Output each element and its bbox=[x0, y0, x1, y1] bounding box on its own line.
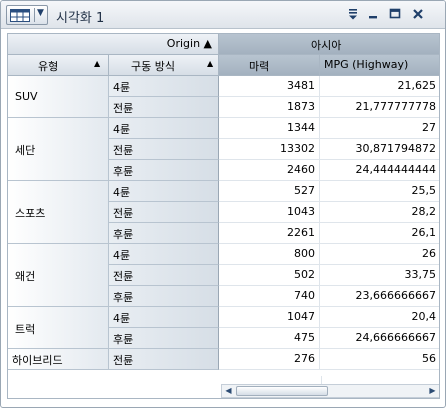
value-cell-horsepower[interactable]: 3481 bbox=[219, 76, 320, 97]
drive-cell[interactable]: 전륜 bbox=[109, 265, 219, 286]
row-group-wagon[interactable]: 왜건 bbox=[8, 244, 109, 307]
row-group-truck[interactable]: 트럭 bbox=[8, 307, 109, 349]
value-cell-mpg[interactable]: 21,625 bbox=[320, 76, 439, 97]
visualization-window: ▼ 시각화 1 Origin ▲ 아시아 유형 ▲ 구동 방식 ▲ 마력 MPG… bbox=[0, 0, 446, 408]
drive-cell[interactable]: 전륜 bbox=[109, 349, 219, 370]
value-cell-mpg[interactable]: 26 bbox=[320, 244, 439, 265]
value-cell-mpg[interactable]: 33,75 bbox=[320, 265, 439, 286]
value-cell-mpg[interactable]: 21,777777778 bbox=[320, 97, 439, 118]
value-cell-horsepower[interactable]: 740 bbox=[219, 286, 320, 307]
value-cell-horsepower[interactable]: 800 bbox=[219, 244, 320, 265]
value-cell-horsepower[interactable]: 1344 bbox=[219, 118, 320, 139]
sort-ascending-icon[interactable]: ▲ bbox=[94, 59, 100, 68]
value-cell-horsepower[interactable]: 502 bbox=[219, 265, 320, 286]
drive-cell[interactable]: 전륜 bbox=[109, 97, 219, 118]
drive-cell[interactable]: 후륜 bbox=[109, 286, 219, 307]
drive-cell[interactable]: 4륜 bbox=[109, 307, 219, 328]
measure-header-mpg[interactable]: MPG (Highway) bbox=[320, 55, 439, 76]
title-bar: ▼ 시각화 1 bbox=[1, 1, 445, 29]
row-header-type[interactable]: 유형 ▲ bbox=[8, 55, 109, 76]
horizontal-scrollbar[interactable]: ◀ ▶ bbox=[221, 384, 439, 398]
value-cell-mpg[interactable]: 25,5 bbox=[320, 181, 439, 202]
value-cell-horsepower[interactable]: 2460 bbox=[219, 160, 320, 181]
sort-ascending-icon[interactable]: ▲ bbox=[207, 59, 213, 68]
scroll-left-icon[interactable]: ◀ bbox=[222, 385, 235, 397]
drive-cell[interactable]: 후륜 bbox=[109, 160, 219, 181]
visualization-type-button[interactable]: ▼ bbox=[6, 5, 48, 25]
row-group-suv[interactable]: SUV bbox=[8, 76, 109, 118]
row-group-hybrid[interactable]: 하이브리드 bbox=[8, 349, 109, 370]
value-cell-mpg[interactable]: 23,666666667 bbox=[320, 286, 439, 307]
column-header-region[interactable]: 아시아 bbox=[219, 34, 439, 55]
drive-cell[interactable]: 전륜 bbox=[109, 202, 219, 223]
row-group-sedan[interactable]: 세단 bbox=[8, 118, 109, 181]
value-cell-horsepower[interactable]: 1873 bbox=[219, 97, 320, 118]
value-cell-horsepower[interactable]: 475 bbox=[219, 328, 320, 349]
row-group-sports[interactable]: 스포츠 bbox=[8, 181, 109, 244]
maximize-icon[interactable] bbox=[387, 6, 403, 22]
measure-header-horsepower[interactable]: 마력 bbox=[219, 55, 320, 76]
cross-table: Origin ▲ 아시아 유형 ▲ 구동 방식 ▲ 마력 MPG (Highwa… bbox=[7, 33, 440, 399]
scrollbar-thumb[interactable] bbox=[236, 386, 328, 396]
table-grid-icon bbox=[10, 9, 30, 22]
button-separator bbox=[34, 8, 35, 22]
drive-cell[interactable]: 4륜 bbox=[109, 118, 219, 139]
value-cell-mpg[interactable]: 30,871794872 bbox=[320, 139, 439, 160]
drive-cell[interactable]: 4륜 bbox=[109, 181, 219, 202]
minimize-icon[interactable] bbox=[365, 6, 381, 22]
value-cell-mpg[interactable]: 27 bbox=[320, 118, 439, 139]
drive-cell[interactable]: 후륜 bbox=[109, 328, 219, 349]
value-cell-mpg[interactable]: 26,1 bbox=[320, 223, 439, 244]
properties-menu-icon[interactable] bbox=[345, 6, 361, 22]
value-cell-mpg[interactable]: 24,666666667 bbox=[320, 328, 439, 349]
value-cell-mpg[interactable]: 28,2 bbox=[320, 202, 439, 223]
row-header-drive[interactable]: 구동 방식 ▲ bbox=[109, 55, 219, 76]
close-icon[interactable] bbox=[410, 6, 426, 22]
scroll-right-icon[interactable]: ▶ bbox=[426, 385, 439, 397]
value-cell-horsepower[interactable]: 2261 bbox=[219, 223, 320, 244]
value-cell-horsepower[interactable]: 1047 bbox=[219, 307, 320, 328]
window-title: 시각화 1 bbox=[56, 11, 105, 26]
drive-cell[interactable]: 후륜 bbox=[109, 223, 219, 244]
drive-cell[interactable]: 4륜 bbox=[109, 244, 219, 265]
column-divider bbox=[321, 376, 322, 384]
chevron-down-icon[interactable]: ▼ bbox=[37, 8, 44, 18]
column-header-origin[interactable]: Origin ▲ bbox=[8, 34, 219, 55]
value-cell-horsepower[interactable]: 276 bbox=[219, 349, 320, 370]
value-cell-horsepower[interactable]: 13302 bbox=[219, 139, 320, 160]
drive-cell[interactable]: 전륜 bbox=[109, 139, 219, 160]
value-cell-horsepower[interactable]: 1043 bbox=[219, 202, 320, 223]
value-cell-mpg[interactable]: 24,444444444 bbox=[320, 160, 439, 181]
drive-cell[interactable]: 4륜 bbox=[109, 76, 219, 97]
value-cell-mpg[interactable]: 20,4 bbox=[320, 307, 439, 328]
value-cell-horsepower[interactable]: 527 bbox=[219, 181, 320, 202]
value-cell-mpg[interactable]: 56 bbox=[320, 349, 439, 370]
